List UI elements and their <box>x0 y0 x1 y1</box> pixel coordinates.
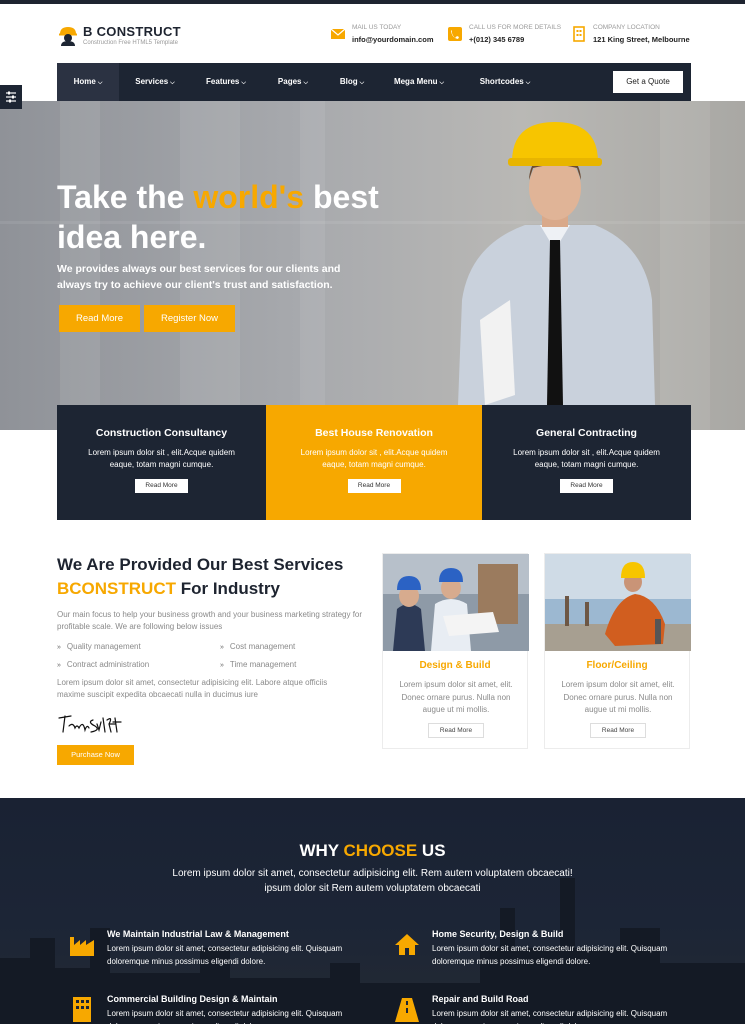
chevron-right-icon: » <box>220 644 224 651</box>
building-icon <box>573 26 585 42</box>
about-description: Our main focus to help your business gro… <box>57 610 363 631</box>
feature-title: General Contracting <box>536 427 637 439</box>
nav-pages[interactable]: Pages ⌵ <box>269 63 317 101</box>
why-subtitle: Lorem ipsum dolor sit amet, consectetur … <box>172 868 573 894</box>
city-skyline-background <box>0 878 745 1024</box>
nav-features[interactable]: Features ⌵ <box>197 63 255 101</box>
feature-desc: Lorem ipsum dolor sit , elit.Acque quide… <box>513 448 660 469</box>
register-now-button[interactable]: Register Now <box>144 305 235 332</box>
service-title: Design & Build <box>419 660 491 671</box>
hero-title: Take the world's best idea here. <box>57 179 379 255</box>
header-location: COMPANY LOCATION 121 King Street, Melbou… <box>571 24 691 46</box>
home-icon <box>395 934 419 955</box>
nav-home[interactable]: Home ⌵ <box>57 63 119 101</box>
header-mail: MAIL US TODAY info@yourdomain.com <box>330 24 440 46</box>
chevron-right-icon: » <box>220 662 224 669</box>
nav-mega-menu[interactable]: Mega Menu ⌵ <box>387 63 451 101</box>
building-icon <box>73 997 91 1022</box>
service-desc: Lorem ipsum dolor sit amet, elit. Donec … <box>561 680 675 714</box>
chevron-down-icon: ⌵ <box>241 80 246 86</box>
nav-services[interactable]: Services ⌵ <box>127 63 183 101</box>
design-build-image <box>383 554 529 651</box>
service-read-more-button[interactable]: Read More <box>590 723 646 738</box>
sliders-icon <box>6 91 16 103</box>
signature-image <box>58 715 122 733</box>
about-description-2: Lorem ipsum dolor sit amet, consectetur … <box>57 678 328 699</box>
check-item: » Cost management <box>220 642 296 651</box>
feature-read-more-button[interactable]: Read More <box>347 479 401 493</box>
main-nav: Home ⌵ Services ⌵ Features ⌵ Pages ⌵ Blog ⌵ M… <box>57 63 691 101</box>
feature-desc: Lorem ipsum dolor sit , elit.Acque quide… <box>300 448 448 469</box>
worker-logo-icon[interactable] <box>57 24 79 46</box>
road-icon <box>395 998 419 1022</box>
feature-construction-consultancy: Construction Consultancy Lorem ipsum dol… <box>57 405 266 520</box>
why-item: We Maintain Industrial Law & Management … <box>69 929 369 969</box>
feature-general-contracting: General Contracting Lorem ipsum dolor si… <box>482 405 691 520</box>
factory-icon <box>70 937 94 956</box>
nav-blog[interactable]: Blog ⌵ <box>331 63 373 101</box>
settings-toggle[interactable] <box>0 85 22 109</box>
service-desc: Lorem ipsum dolor sit amet, elit. Donec … <box>399 680 513 714</box>
feature-read-more-button[interactable]: Read More <box>135 479 188 493</box>
service-read-more-button[interactable]: Read More <box>428 723 484 738</box>
service-card-design-build: Design & Build Lorem ipsum dolor sit ame… <box>382 553 529 749</box>
hero-subtitle: We provides always our best services for… <box>57 263 341 291</box>
chevron-right-icon: » <box>57 644 61 651</box>
chevron-down-icon: ⌵ <box>97 80 103 86</box>
chevron-down-icon: ⌵ <box>303 80 309 86</box>
engineer-image <box>458 122 655 405</box>
chevron-down-icon: ⌵ <box>525 80 531 86</box>
check-item: » Contract administration <box>57 660 150 669</box>
feature-title: Construction Consultancy <box>95 427 228 439</box>
service-card-floor-ceiling: Floor/Ceiling Lorem ipsum dolor sit amet… <box>544 553 691 749</box>
why-item: Repair and Build Road Lorem ipsum dolor … <box>394 994 694 1024</box>
purchase-now-button[interactable]: Purchase Now <box>57 745 134 765</box>
brand-tagline: Construction Free HTML5 Template <box>83 40 178 46</box>
feature-best-house-renovation: Best House Renovation Lorem ipsum dolor … <box>266 405 482 520</box>
get-quote-button[interactable]: Get a Quote <box>613 71 683 93</box>
feature-title: Best House Renovation <box>315 427 433 439</box>
nav-shortcodes[interactable]: Shortcodes ⌵ <box>471 63 539 101</box>
chevron-right-icon: » <box>57 662 61 669</box>
check-item: » Time management <box>220 660 297 669</box>
check-item: » Quality management <box>57 642 141 651</box>
brand-name[interactable]: B CONSTRUCT <box>83 24 181 39</box>
why-item: Commercial Building Design & Maintain Lo… <box>69 994 369 1024</box>
chevron-down-icon: ⌵ <box>359 80 365 86</box>
chevron-down-icon: ⌵ <box>439 80 445 86</box>
floor-ceiling-image <box>545 554 691 651</box>
chevron-down-icon: ⌵ <box>170 80 175 86</box>
feature-desc: Lorem ipsum dolor sit , elit.Acque quide… <box>88 448 235 469</box>
why-item: Home Security, Design & Build Lorem ipsu… <box>394 929 694 969</box>
feature-read-more-button[interactable]: Read More <box>560 479 613 493</box>
service-title: Floor/Ceiling <box>586 660 648 671</box>
why-choose-section <box>0 798 745 1024</box>
top-strip <box>0 0 745 4</box>
mail-icon <box>330 28 346 39</box>
read-more-button[interactable]: Read More <box>59 305 140 332</box>
phone-icon <box>448 27 462 41</box>
header-phone: CALL US FOR MORE DETAILS +(012) 345 6789 <box>447 24 562 46</box>
about-title: We Are Provided Our Best Services BCONST… <box>57 555 344 598</box>
why-title: WHY CHOOSE US <box>299 841 446 860</box>
